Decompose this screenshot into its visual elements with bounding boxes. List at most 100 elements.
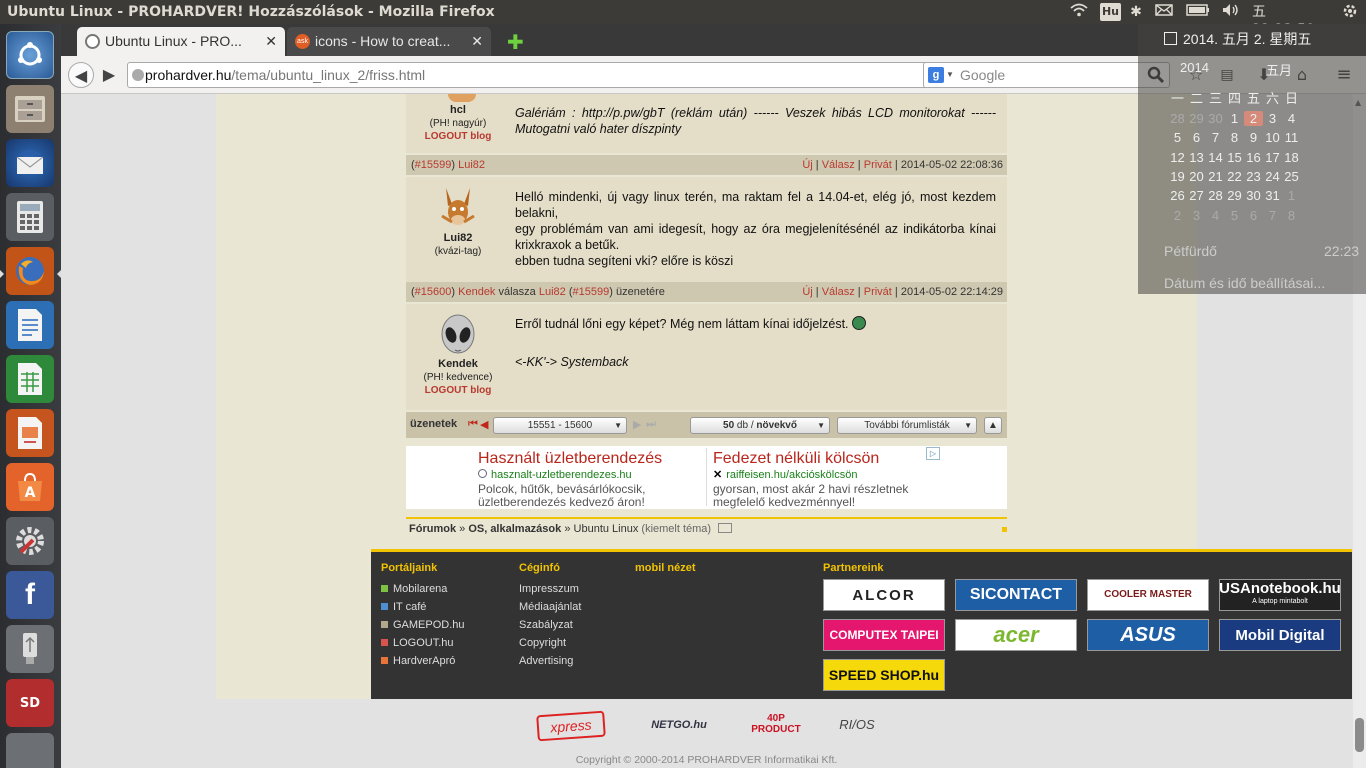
partner-sicontact[interactable]: SICONTACT xyxy=(955,579,1077,611)
system-settings-icon[interactable] xyxy=(6,517,54,565)
clock-indicator[interactable]: 五 22:23:59 xyxy=(1252,3,1332,38)
bluetooth-icon[interactable]: ✱ xyxy=(1128,3,1144,21)
thunderbird-icon[interactable] xyxy=(6,139,54,187)
new-tab-plus-icon[interactable]: ✚ xyxy=(507,30,524,54)
partner-usanotebook[interactable]: USAnotebook.hu A laptop mintabolt xyxy=(1219,579,1341,611)
scrollbar-thumb[interactable] xyxy=(1355,718,1364,752)
calendar-day[interactable]: 31 xyxy=(1263,188,1282,203)
calendar-day[interactable]: 11 xyxy=(1282,130,1301,145)
xpress-logo[interactable]: xpress xyxy=(536,710,606,742)
footer-link[interactable]: GAMEPOD.hu xyxy=(393,619,465,631)
calendar-day[interactable]: 19 xyxy=(1168,169,1187,184)
rios-logo[interactable]: RI/OS xyxy=(833,713,881,737)
calendar-day[interactable]: 8 xyxy=(1225,130,1244,145)
more-lists-select[interactable]: További fórumlisták ▼ xyxy=(837,417,977,434)
footer-link[interactable]: Copyright xyxy=(519,634,581,652)
mail-icon[interactable] xyxy=(1153,3,1175,21)
calculator-icon[interactable] xyxy=(6,193,54,241)
tab-askubuntu-icons[interactable]: ask icons - How to creat... ✕ xyxy=(287,27,491,56)
calendar-year[interactable]: 2014 xyxy=(1180,60,1209,75)
search-bar[interactable]: g ▼ Google xyxy=(923,62,1170,88)
calendar-day[interactable]: 30 xyxy=(1244,188,1263,203)
envelope-icon[interactable] xyxy=(718,523,733,533)
partner-computex[interactable]: COMPUTEX TAIPEI xyxy=(823,619,945,651)
partner-coolermaster[interactable]: COOLER MASTER xyxy=(1087,579,1209,611)
calendar-day[interactable]: 8 xyxy=(1282,208,1301,223)
post-id-link[interactable]: #15600 xyxy=(415,286,452,298)
40p-product-logo[interactable]: 40P PRODUCT xyxy=(747,713,805,737)
ad-1[interactable]: Használt üzletberendezés hasznalt-uzletb… xyxy=(478,450,703,509)
calendar-day[interactable]: 13 xyxy=(1187,150,1206,165)
partner-mobil-digital[interactable]: Mobil Digital xyxy=(1219,619,1341,651)
calendar-day[interactable]: 29 xyxy=(1187,111,1206,126)
calendar-day[interactable]: 4 xyxy=(1282,111,1301,126)
next-page-icon[interactable]: ▶ xyxy=(633,418,641,431)
adchoices-icon[interactable]: ▷ xyxy=(926,447,940,460)
breadcrumb-os-apps[interactable]: OS, alkalmazások xyxy=(468,523,561,535)
calendar-month[interactable]: 五月 xyxy=(1266,60,1292,79)
prev-page-icon[interactable]: ◀ xyxy=(480,418,488,431)
ad-url[interactable]: hasznalt-uzletberendezes.hu xyxy=(491,469,632,481)
battery-icon[interactable] xyxy=(1185,3,1211,21)
calendar-day[interactable]: 17 xyxy=(1263,150,1282,165)
writer-icon[interactable] xyxy=(6,301,54,349)
reply-to-id-link[interactable]: #15599 xyxy=(573,286,610,298)
datetime-settings-menu-item[interactable]: Dátum és idő beállításai... xyxy=(1164,275,1325,291)
calendar-day[interactable]: 7 xyxy=(1263,208,1282,223)
calendar-day[interactable]: 2 xyxy=(1168,208,1187,223)
partner-alcor[interactable]: ALCOR xyxy=(823,579,945,611)
footer-link[interactable]: Advertising xyxy=(519,652,581,670)
page-range-select[interactable]: 15551 - 15600 ▼ xyxy=(493,417,627,434)
tab-close-icon[interactable]: ✕ xyxy=(471,33,483,50)
partner-asus[interactable]: ASUS xyxy=(1087,619,1209,651)
mobile-view-link[interactable]: mobil nézet xyxy=(635,562,696,574)
new-link[interactable]: Új xyxy=(802,286,812,298)
calendar-day[interactable]: 10 xyxy=(1263,130,1282,145)
new-link[interactable]: Új xyxy=(802,159,812,171)
ad-url[interactable]: raiffeisen.hu/akcióskölcsön xyxy=(726,469,857,481)
per-page-select[interactable]: 50 db / növekvő ▼ xyxy=(690,417,830,434)
scroll-top-button[interactable]: ▲ xyxy=(984,417,1002,434)
calendar-day[interactable]: 21 xyxy=(1206,169,1225,184)
author-blog-link[interactable]: LOGOUT blog xyxy=(398,130,518,143)
private-link[interactable]: Privát xyxy=(864,159,892,171)
volume-icon[interactable] xyxy=(1220,3,1242,21)
calendar-day[interactable]: 9 xyxy=(1244,130,1263,145)
firefox-icon[interactable] xyxy=(6,247,54,295)
author-name[interactable]: Kendek xyxy=(398,358,518,371)
calendar-day[interactable]: 12 xyxy=(1168,150,1187,165)
calendar-day[interactable]: 20 xyxy=(1187,169,1206,184)
calendar-day[interactable]: 26 xyxy=(1168,188,1187,203)
post-id-link[interactable]: #15599 xyxy=(415,159,452,171)
calendar-day[interactable]: 15 xyxy=(1225,150,1244,165)
calendar-day[interactable]: 27 xyxy=(1187,188,1206,203)
breadcrumb-forums[interactable]: Fórumok xyxy=(409,523,456,535)
ad-2[interactable]: Fedezet nélküli kölcsön ✕ raiffeisen.hu/a… xyxy=(713,450,938,509)
footer-link[interactable]: Mobilarena xyxy=(393,583,447,595)
calendar-day[interactable]: 16 xyxy=(1244,150,1263,165)
impress-icon[interactable] xyxy=(6,409,54,457)
calendar-day[interactable]: 5 xyxy=(1168,130,1187,145)
author-name[interactable]: hcl xyxy=(398,104,518,117)
calendar-day[interactable]: 1 xyxy=(1282,188,1301,203)
calendar-day[interactable]: 6 xyxy=(1244,208,1263,223)
calendar-day[interactable]: 5 xyxy=(1225,208,1244,223)
post-author-link[interactable]: Lui82 xyxy=(458,159,485,171)
calc-spreadsheet-icon[interactable] xyxy=(6,355,54,403)
software-center-icon[interactable]: A xyxy=(6,463,54,511)
reply-to-author-link[interactable]: Lui82 xyxy=(539,286,566,298)
tab-ubuntu-linux[interactable]: Ubuntu Linux - PRO... ✕ xyxy=(77,27,285,56)
calendar-day[interactable]: 18 xyxy=(1282,150,1301,165)
url-bar[interactable]: prohardver.hu/tema/ubuntu_linux_2/friss.… xyxy=(127,62,979,88)
reply-link[interactable]: Válasz xyxy=(822,159,855,171)
sd-card-icon[interactable]: SD xyxy=(6,679,54,727)
last-page-icon[interactable]: ⏭ xyxy=(646,418,656,431)
calendar-day[interactable]: 22 xyxy=(1225,169,1244,184)
calendar-day[interactable]: 4 xyxy=(1206,208,1225,223)
private-link[interactable]: Privát xyxy=(864,286,892,298)
calendar-day[interactable]: 24 xyxy=(1263,169,1282,184)
calendar-day[interactable]: 14 xyxy=(1206,150,1225,165)
footer-link[interactable]: LOGOUT.hu xyxy=(393,637,454,649)
calendar-day[interactable]: 6 xyxy=(1187,130,1206,145)
ad-title[interactable]: Használt üzletberendezés xyxy=(478,450,703,467)
